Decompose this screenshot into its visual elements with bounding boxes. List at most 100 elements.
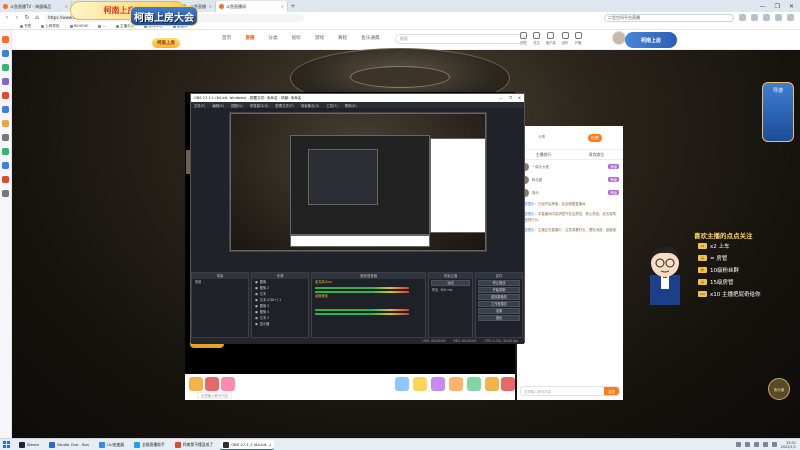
sidebar-app-icon[interactable] bbox=[2, 148, 9, 155]
window-control-icon[interactable]: — bbox=[760, 3, 766, 10]
gift-icon[interactable] bbox=[189, 377, 203, 391]
sidebar-app-icon[interactable] bbox=[2, 176, 9, 183]
gift-chat-input[interactable]: 这里输入聊天内容 bbox=[197, 392, 233, 399]
nav-item[interactable]: 鱼乐通典 bbox=[361, 35, 379, 41]
browser-search-field[interactable]: 二型空间平台直播 bbox=[604, 13, 734, 22]
download-icon[interactable] bbox=[775, 14, 782, 21]
tray-icon[interactable] bbox=[762, 442, 768, 447]
bookmark-item[interactable]: 书签 bbox=[20, 24, 31, 29]
nav-item[interactable]: 赛程 bbox=[338, 35, 347, 41]
share-button[interactable]: 分享 bbox=[538, 135, 545, 140]
duration-field[interactable]: 300 ms bbox=[440, 287, 452, 293]
sidebar-app-icon[interactable] bbox=[2, 190, 9, 197]
header-action[interactable]: 关注 bbox=[533, 32, 540, 45]
refresh-icon[interactable]: ↻ bbox=[24, 14, 30, 21]
nav-item[interactable]: 游戏 bbox=[315, 35, 324, 41]
obs-menu-item[interactable]: 帮助(H) bbox=[345, 103, 357, 108]
nav-item[interactable]: 视听 bbox=[292, 35, 301, 41]
browser-tab[interactable]: 斗鱼直播TV - 海量精品 × bbox=[0, 1, 72, 12]
tray-icon[interactable] bbox=[753, 442, 759, 447]
obs-control-button[interactable]: 开始录制 bbox=[478, 287, 520, 293]
taskbar-item[interactable]: 全能直播助手 bbox=[131, 440, 168, 450]
tab-vip[interactable]: 贵宾席位 bbox=[589, 152, 604, 158]
obs-control-button[interactable]: 工作室模式 bbox=[478, 301, 520, 307]
close-tab-icon[interactable]: × bbox=[209, 4, 212, 9]
guide-badge[interactable]: 导游 bbox=[762, 82, 794, 142]
fan-row[interactable]: 一鼎大大佬 等级 bbox=[517, 160, 623, 173]
window-control-icon[interactable]: ❐ bbox=[775, 3, 780, 10]
browser-tab[interactable]: 斗鱼直播间 × bbox=[216, 1, 288, 12]
obs-control-button[interactable]: 停止推流 bbox=[478, 280, 520, 286]
gift-icon[interactable] bbox=[449, 377, 463, 391]
window-control-icon[interactable]: ✕ bbox=[789, 3, 794, 10]
close-tab-icon[interactable]: × bbox=[65, 4, 68, 9]
event-ribbon[interactable]: 柯南上房大会 bbox=[130, 6, 198, 26]
sidebar-app-icon[interactable] bbox=[2, 78, 9, 85]
start-button[interactable] bbox=[0, 441, 12, 448]
gift-icon[interactable] bbox=[467, 377, 481, 391]
eye-icon[interactable]: ◉ bbox=[255, 321, 258, 327]
close-icon[interactable]: ✕ bbox=[518, 96, 521, 100]
sidebar-app-icon[interactable] bbox=[2, 92, 9, 99]
obs-control-button[interactable]: 设置 bbox=[478, 308, 520, 314]
round-event-badge[interactable]: 鱼乐通 bbox=[768, 378, 790, 400]
header-action[interactable]: 历史 bbox=[520, 32, 527, 45]
fan-row[interactable]: 粉丝团 等级 bbox=[517, 173, 623, 186]
close-tab-icon[interactable]: × bbox=[281, 4, 284, 9]
header-action[interactable]: 客户端 bbox=[546, 32, 556, 45]
maximize-icon[interactable]: ❐ bbox=[509, 96, 512, 100]
gift-icon[interactable] bbox=[485, 377, 499, 391]
forward-icon[interactable]: › bbox=[14, 14, 20, 21]
header-action[interactable]: 创作 bbox=[561, 32, 569, 45]
sidebar-app-icon[interactable] bbox=[2, 36, 9, 43]
obs-menu-item[interactable]: 停靠窗口(D) bbox=[250, 103, 269, 108]
sidebar-app-icon[interactable] bbox=[2, 50, 9, 57]
tray-icon[interactable] bbox=[771, 442, 777, 447]
clock[interactable]: 15:01 2022/1/1 bbox=[781, 441, 796, 449]
obs-control-button[interactable]: 退出 bbox=[478, 315, 520, 321]
gift-icon[interactable] bbox=[395, 377, 409, 391]
taskbar-item[interactable]: UU加速器 bbox=[96, 440, 127, 450]
obs-control-button[interactable]: 虚拟摄像机 bbox=[478, 294, 520, 300]
scene-item[interactable]: 场景 bbox=[192, 279, 248, 285]
nav-item[interactable]: 直播 bbox=[245, 35, 254, 41]
obs-preview[interactable] bbox=[229, 112, 487, 252]
obs-menu-item[interactable]: 工具(T) bbox=[326, 103, 338, 108]
user-badge[interactable]: 柯南上房 bbox=[625, 32, 677, 48]
gift-icon[interactable] bbox=[413, 377, 427, 391]
menu-icon[interactable] bbox=[787, 14, 794, 21]
taskbar-item[interactable]: Steam bbox=[16, 440, 42, 450]
sidebar-app-icon[interactable] bbox=[2, 106, 9, 113]
chat-input[interactable]: 这里输入聊天内容 发送 bbox=[520, 386, 620, 396]
site-search-input[interactable]: 搜索 bbox=[395, 34, 525, 44]
taskbar-item[interactable]: OBS 27.1.1 (64-bit...) bbox=[220, 439, 275, 450]
bookmark-item[interactable]: 上网导航 bbox=[41, 24, 60, 29]
sidebar-app-icon[interactable] bbox=[2, 162, 9, 169]
extension-icon[interactable] bbox=[763, 14, 770, 21]
send-button[interactable]: 发送 bbox=[604, 387, 619, 395]
gift-button[interactable]: 礼物 bbox=[587, 133, 602, 142]
obs-menu-item[interactable]: 视图(V) bbox=[231, 103, 243, 108]
gift-icon[interactable] bbox=[431, 377, 445, 391]
obs-menu-item[interactable]: 文件(F) bbox=[194, 103, 205, 108]
minimize-icon[interactable]: — bbox=[499, 96, 503, 100]
header-action[interactable]: 开播 bbox=[574, 32, 582, 45]
gift-icon[interactable] bbox=[221, 377, 235, 391]
source-item[interactable]: ◉ 显示器 bbox=[252, 321, 308, 327]
obs-menu-item[interactable]: 场景集合(S) bbox=[301, 103, 319, 108]
avatar[interactable] bbox=[612, 31, 626, 45]
extension-icon[interactable] bbox=[739, 14, 746, 21]
home-icon[interactable]: ⌂ bbox=[34, 14, 40, 21]
tab-rank[interactable]: 主播排行 bbox=[536, 152, 551, 158]
obs-menu-item[interactable]: 编辑(E) bbox=[212, 103, 224, 108]
bookmark-item[interactable]: ... bbox=[98, 24, 106, 28]
gift-icon[interactable] bbox=[501, 377, 515, 391]
bookmark-item[interactable]: HEHEHE bbox=[69, 24, 88, 28]
sidebar-app-icon[interactable] bbox=[2, 120, 9, 127]
nav-item[interactable]: 首页 bbox=[222, 35, 231, 41]
obs-menu-item[interactable]: 配置文件(P) bbox=[276, 103, 294, 108]
tray-icon[interactable] bbox=[744, 442, 750, 447]
fan-row[interactable]: 观众 等级 bbox=[517, 186, 623, 199]
new-tab-button[interactable]: + bbox=[288, 3, 298, 10]
extension-icon[interactable] bbox=[751, 14, 758, 21]
